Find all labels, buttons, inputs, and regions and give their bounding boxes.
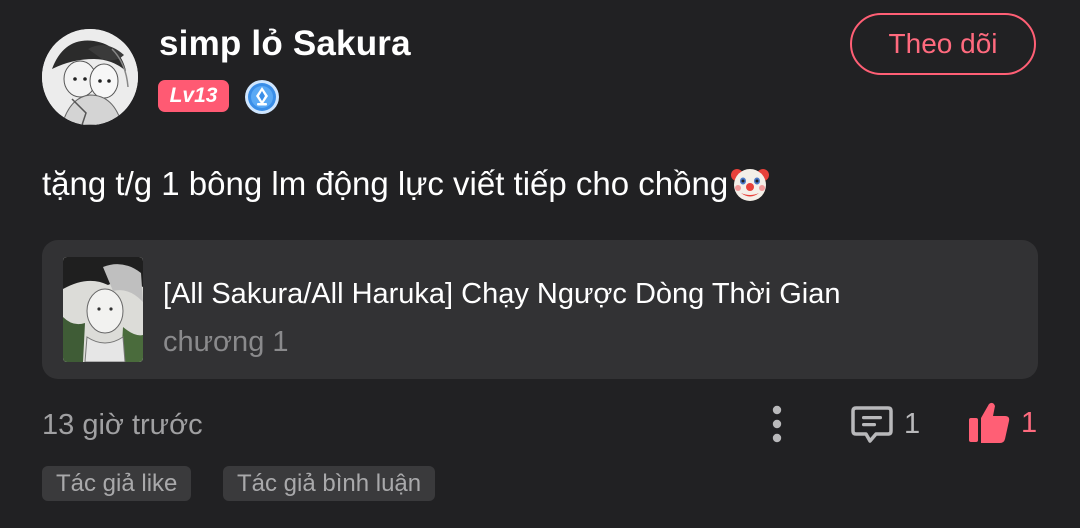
story-card[interactable]: [All Sakura/All Haruka] Chạy Ngược Dòng … [42,240,1038,379]
author-liked-tag: Tác giả like [42,466,192,501]
comment-post: simp lỏ Sakura Lv13 Theo dõi tặng t/g 1 … [0,0,1080,528]
avatar-illustration [42,29,138,125]
clown-face-icon [730,164,770,204]
author-name[interactable]: simp lỏ Sakura [159,24,411,64]
verified-pen-badge-icon [244,79,280,115]
author-replied-tag: Tác giả bình luận [223,466,436,501]
more-vertical-icon [772,405,782,443]
more-options-button[interactable] [760,402,794,446]
timestamp: 13 giờ trước [42,409,203,441]
level-badge: Lv13 [158,80,229,112]
story-cover [63,257,143,362]
comment-body: tặng t/g 1 bông lm động lực viết tiếp ch… [42,165,729,202]
comment-text: tặng t/g 1 bông lm động lực viết tiếp ch… [42,164,770,204]
story-chapter: chương 1 [163,326,289,358]
avatar[interactable] [42,29,138,125]
follow-button[interactable]: Theo dõi [850,13,1036,75]
story-title: [All Sakura/All Haruka] Chạy Ngược Dòng … [163,278,841,310]
thumbs-up-icon [969,402,1010,443]
reply-button[interactable]: 1 [850,402,920,446]
like-count: 1 [1021,406,1038,439]
comment-count: 1 [904,407,921,440]
like-button[interactable]: 1 [967,400,1037,446]
story-cover-illustration [63,257,143,362]
comment-bubble-icon [851,406,893,443]
